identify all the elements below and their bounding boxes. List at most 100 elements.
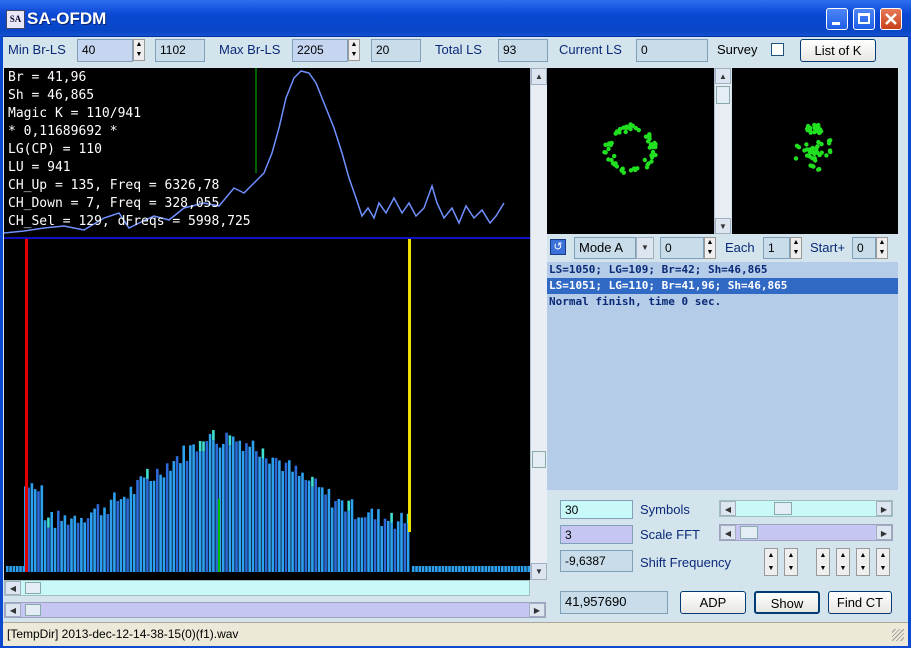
constellation-point [652,143,658,148]
mode-select[interactable]: Mode A [574,237,636,259]
constellation-vscrollbar[interactable]: ▲ ▼ [714,68,731,234]
spectrum-bar [441,566,445,572]
scroll-right-arrow-icon[interactable]: ▶ [529,603,545,617]
chevron-down-icon[interactable]: ▼ [636,237,654,259]
vscroll-thumb[interactable] [532,451,546,468]
scroll-left-arrow-icon[interactable]: ◀ [5,603,21,617]
scope-vscrollbar[interactable]: ▲ ▼ [530,68,547,580]
each-input[interactable]: 1 [763,237,790,259]
title-bar[interactable]: SA SA-OFDM [0,0,911,37]
scroll-down-arrow-icon[interactable]: ▼ [531,563,547,580]
info-line: CH_Sel = 129, dFreqs = 5998,725 [8,214,251,229]
shift-spinner-5[interactable]: ▲ ▼ [856,548,870,576]
start-input[interactable]: 0 [852,237,876,259]
scroll-up-arrow-icon[interactable]: ▲ [531,68,547,85]
spectrum-bar [57,510,60,572]
spectrum-bar [172,461,176,572]
list-of-k-button[interactable]: List of K [800,39,876,62]
min-br-ls-box: 1102 [155,39,205,62]
vscroll-thumb[interactable] [716,86,730,104]
resize-grip-icon[interactable] [892,629,904,641]
hscroll-thumb[interactable] [25,604,41,616]
spectrum-bar [448,566,451,572]
spectrum-bar [444,566,448,572]
show-button[interactable]: Show [754,591,820,614]
spectrum-bar [461,566,464,572]
symbols-slider[interactable]: ◀ ▶ [719,500,893,517]
spectrum-bar [123,496,126,572]
spectrum-bar [37,491,40,572]
constellation-left-plot [602,122,658,175]
max-br-ls-spinner[interactable]: ▲ ▼ [348,39,360,61]
spectrum-bar [411,566,415,572]
scale-fft-slider-thumb[interactable] [740,526,758,539]
survey-checkbox[interactable] [771,43,784,56]
shift-spinner-1[interactable]: ▲ ▼ [764,548,778,576]
scroll-right-arrow-icon[interactable]: ▶ [876,525,892,540]
scroll-right-arrow-icon[interactable]: ▶ [876,501,892,516]
spectrum-bar [481,566,484,572]
min-br-ls-label: Min Br-LS [8,42,66,57]
spectrum-bar [189,445,192,572]
shift-spinner-6[interactable]: ▲ ▼ [876,548,890,576]
spectrum-bar [66,524,70,572]
constellation-point [817,130,822,136]
spectrum-bar [330,507,334,572]
max-br-ls-input[interactable]: 2205 [292,39,348,62]
symbols-slider-thumb[interactable] [774,502,792,515]
constellation-point [603,150,608,155]
scroll-left-arrow-icon[interactable]: ◀ [5,581,21,595]
mode-spin-input[interactable]: 0 [660,237,704,259]
spectrum-bar [347,510,350,572]
window-title: SA-OFDM [27,9,107,28]
min-br-ls-spinner[interactable]: ▲ ▼ [133,39,145,61]
start-spinner[interactable]: ▲ ▼ [876,237,888,259]
maximize-button[interactable] [853,8,875,30]
symbols-input[interactable]: 30 [560,500,633,519]
constellation-point [612,153,617,159]
reset-icon[interactable]: ↺ [550,239,566,255]
shift-spinner-4[interactable]: ▲ ▼ [836,548,850,576]
survey-label: Survey [717,42,758,57]
bar-scale-scrollbar[interactable]: ◀ [4,580,530,596]
log-list[interactable]: LS=1050; LG=109; Br=42; Sh=46,865 LS=105… [547,262,898,490]
spectrum-bar [225,432,228,572]
log-line[interactable]: LS=1050; LG=109; Br=42; Sh=46,865 [547,262,898,278]
shift-spinner-3[interactable]: ▲ ▼ [816,548,830,576]
spectrum-bar-peak [47,517,50,528]
log-line[interactable]: Normal finish, time 0 sec. [547,294,898,310]
spectrum-bar [70,518,73,572]
min-br-ls-input[interactable]: 40 [77,39,133,62]
each-spinner[interactable]: ▲ ▼ [790,237,802,259]
spectrum-bar [464,566,468,572]
spectrum-bar [93,508,96,572]
scale-fft-input[interactable]: 3 [560,525,633,544]
close-button[interactable] [880,8,902,30]
constellation-point [804,147,810,152]
info-line: Br = 41,96 [8,70,87,85]
spectrum-bar-peak [228,435,232,446]
constellation-right-plot [793,122,833,172]
constellation-point [824,153,829,158]
scale-fft-slider[interactable]: ◀ ▶ [719,524,893,541]
constellation-point [633,167,638,173]
scroll-down-arrow-icon[interactable]: ▼ [715,218,731,234]
info-line: LG(CP) = 110 [8,142,102,157]
constellation-point [794,143,800,148]
spectrum-bar [327,488,331,572]
scroll-left-arrow-icon[interactable]: ◀ [720,525,736,540]
minimize-button[interactable] [826,8,848,30]
hscroll-thumb[interactable] [25,582,41,594]
scroll-up-arrow-icon[interactable]: ▲ [715,68,731,84]
scroll-left-arrow-icon[interactable]: ◀ [720,501,736,516]
adp-button[interactable]: ADP [680,591,746,614]
mode-spinner[interactable]: ▲ ▼ [704,237,716,259]
position-scrollbar[interactable]: ◀ ▶ [4,602,546,618]
shift-spinner-2[interactable]: ▲ ▼ [784,548,798,576]
spectrum-bar [284,462,288,572]
log-line-selected[interactable]: LS=1051; LG=110; Br=41,96; Sh=46,865 [547,278,898,294]
spectrum-bar [510,566,514,572]
spectrum-bar [50,511,53,572]
spectrum-bar [228,445,232,572]
find-ct-button[interactable]: Find CT [828,591,892,614]
